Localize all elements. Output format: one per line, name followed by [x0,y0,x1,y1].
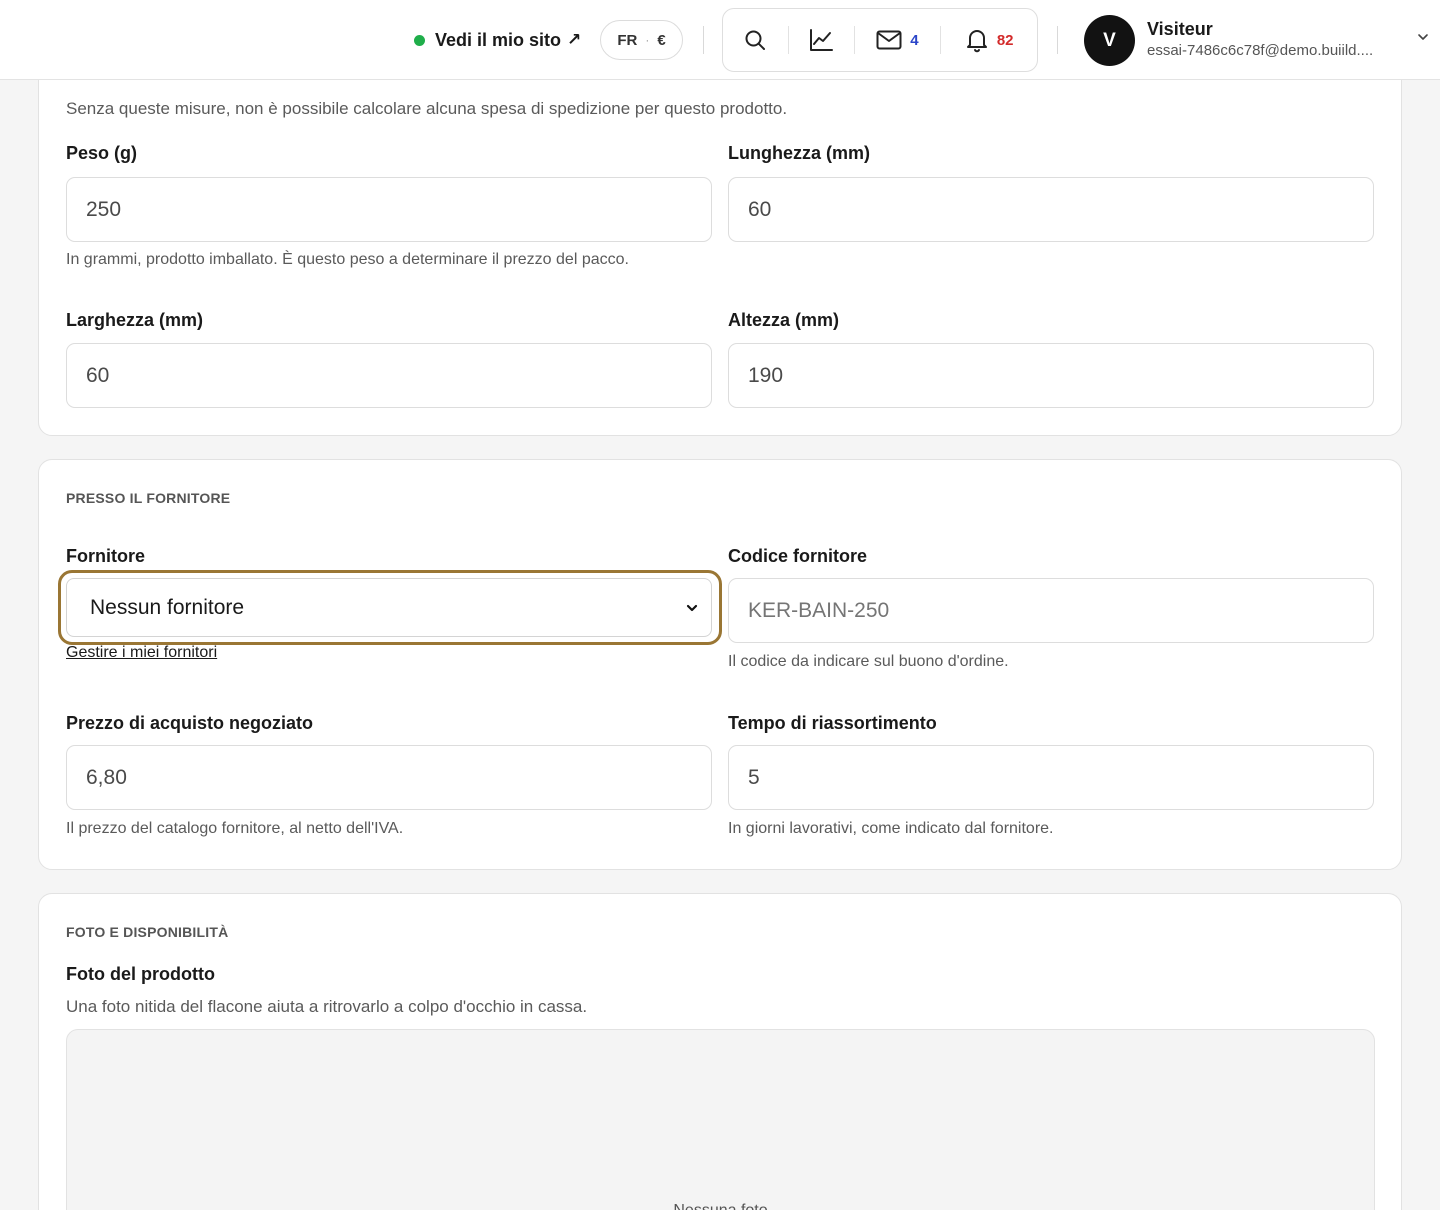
top-bar: Vedi il mio sito ↗ FR · € 4 82 V Visiteu… [0,0,1440,80]
photo-section-title: FOTO E DISPONIBILITÀ [66,924,229,940]
photo-card: FOTO E DISPONIBILITÀ Foto del prodotto U… [38,893,1402,1210]
supplier-label: Fornitore [66,546,145,566]
locale-separator: · [645,33,650,47]
notifications-button[interactable]: 82 [941,9,1037,71]
search-button[interactable] [723,9,788,71]
weight-input[interactable] [66,177,712,242]
supplier-card: PRESSO IL FORNITORE Fornitore Nessun for… [38,459,1402,870]
height-label: Altezza (mm) [728,310,840,330]
dimensions-intro: Senza queste misure, non è possibile cal… [66,99,788,118]
divider [703,26,704,54]
manage-suppliers-link[interactable]: Gestire i miei fornitori [66,644,217,662]
toolbar-group: 4 82 [722,8,1038,72]
avatar[interactable]: V [1084,15,1135,66]
dimensions-card: Senza queste misure, non è possibile cal… [38,58,1402,436]
external-link-arrow-icon: ↗ [567,30,582,49]
purchase-price-label: Prezzo di acquisto negoziato [66,713,314,733]
supplier-section-title: PRESSO IL FORNITORE [66,490,231,506]
supplier-code-input[interactable] [728,578,1374,643]
status-dot-icon [414,34,425,46]
photo-empty-text: Nessuna foto [67,1202,1374,1210]
view-site-label: Vedi il mio sito [435,29,562,50]
mail-icon [876,30,902,50]
user-name: Visiteur [1147,19,1213,39]
chart-icon [809,29,833,51]
purchase-price-input[interactable] [66,745,712,810]
photo-help: Una foto nitida del flacone aiuta a ritr… [66,997,588,1016]
length-input[interactable] [728,177,1374,242]
weight-help: In grammi, prodotto imballato. È questo … [66,251,629,268]
restock-time-help: In giorni lavorativi, come indicato dal … [728,820,1054,837]
weight-label: Peso (g) [66,143,138,163]
locale-currency-switcher[interactable]: FR · € [600,20,683,60]
notifications-count-badge: 82 [996,31,1014,49]
height-input[interactable] [728,343,1374,408]
supplier-select[interactable]: Nessun fornitore [66,578,712,637]
divider [1057,26,1058,54]
photo-label: Foto del prodotto [66,964,215,984]
supplier-select-value: Nessun fornitore [90,595,245,619]
stats-button[interactable] [789,9,854,71]
purchase-price-help: Il prezzo del catalogo fornitore, al net… [66,820,404,837]
supplier-code-help: Il codice da indicare sul buono d'ordine… [728,653,1009,670]
currency-symbol: € [657,31,666,49]
messages-count-badge: 4 [910,31,919,49]
view-site-link[interactable]: Vedi il mio sito ↗ [414,26,581,54]
chevron-down-icon [686,604,698,611]
restock-time-input[interactable] [728,745,1374,810]
bell-icon [966,30,987,53]
messages-button[interactable]: 4 [855,9,941,71]
search-icon [745,30,766,50]
photo-dropzone[interactable]: Nessuna foto [66,1029,1375,1210]
width-input[interactable] [66,343,712,408]
chevron-down-icon[interactable] [1416,30,1430,44]
width-label: Larghezza (mm) [66,310,204,330]
user-email: essai-7486c6c78f@demo.buiild.... [1147,42,1374,59]
supplier-code-label: Codice fornitore [728,546,868,566]
language-code: FR [617,31,638,49]
length-label: Lunghezza (mm) [728,143,870,163]
restock-time-label: Tempo di riassortimento [728,713,937,733]
